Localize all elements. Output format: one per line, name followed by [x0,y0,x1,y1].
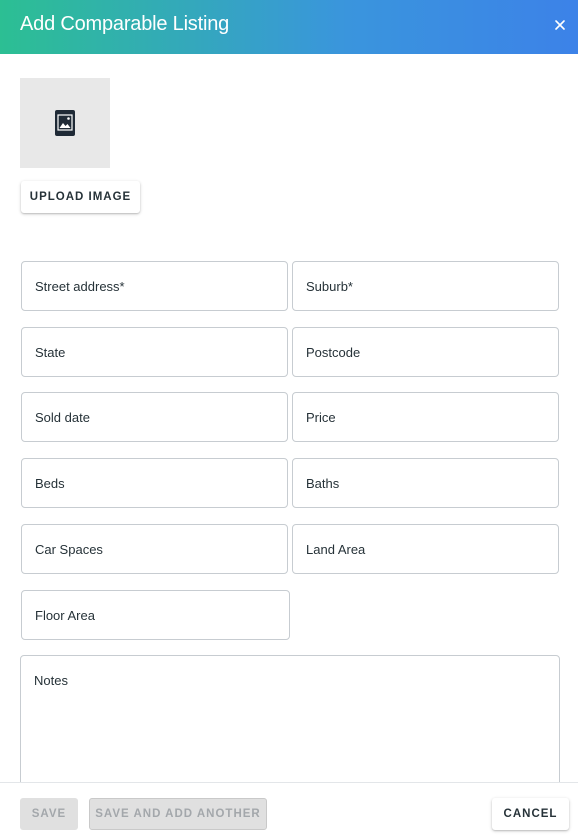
price-field[interactable]: Price [292,392,559,442]
floor-area-label: Floor Area [35,608,95,623]
save-and-add-another-button[interactable]: SAVE AND ADD ANOTHER [89,798,267,830]
floor-area-field[interactable]: Floor Area [21,590,290,640]
dialog-header: Add Comparable Listing [0,0,578,54]
land-area-field[interactable]: Land Area [292,524,559,574]
suburb-label: Suburb* [306,279,353,294]
dialog-title: Add Comparable Listing [20,13,230,35]
street-address-field[interactable]: Street address* [21,261,288,311]
upload-image-button[interactable]: UPLOAD IMAGE [21,181,140,213]
notes-label: Notes [34,673,68,688]
state-field[interactable]: State [21,327,288,377]
baths-label: Baths [306,476,340,491]
postcode-field[interactable]: Postcode [292,327,559,377]
close-icon [555,20,565,30]
land-area-label: Land Area [306,542,366,557]
cancel-button[interactable]: CANCEL [492,798,569,830]
save-button[interactable]: SAVE [20,798,78,830]
notes-field[interactable]: Notes [20,655,560,795]
sold-date-label: Sold date [35,410,90,425]
car-spaces-label: Car Spaces [35,542,103,557]
image-icon [55,110,75,136]
street-address-label: Street address* [35,279,125,294]
close-button[interactable] [550,15,570,35]
state-label: State [35,345,66,360]
price-label: Price [306,410,336,425]
beds-field[interactable]: Beds [21,458,288,508]
beds-label: Beds [35,476,65,491]
image-placeholder [20,78,110,168]
sold-date-field[interactable]: Sold date [21,392,288,442]
car-spaces-field[interactable]: Car Spaces [21,524,288,574]
dialog-footer: SAVE SAVE AND ADD ANOTHER CANCEL [0,782,578,838]
suburb-field[interactable]: Suburb* [292,261,559,311]
postcode-label: Postcode [306,345,361,360]
baths-field[interactable]: Baths [292,458,559,508]
